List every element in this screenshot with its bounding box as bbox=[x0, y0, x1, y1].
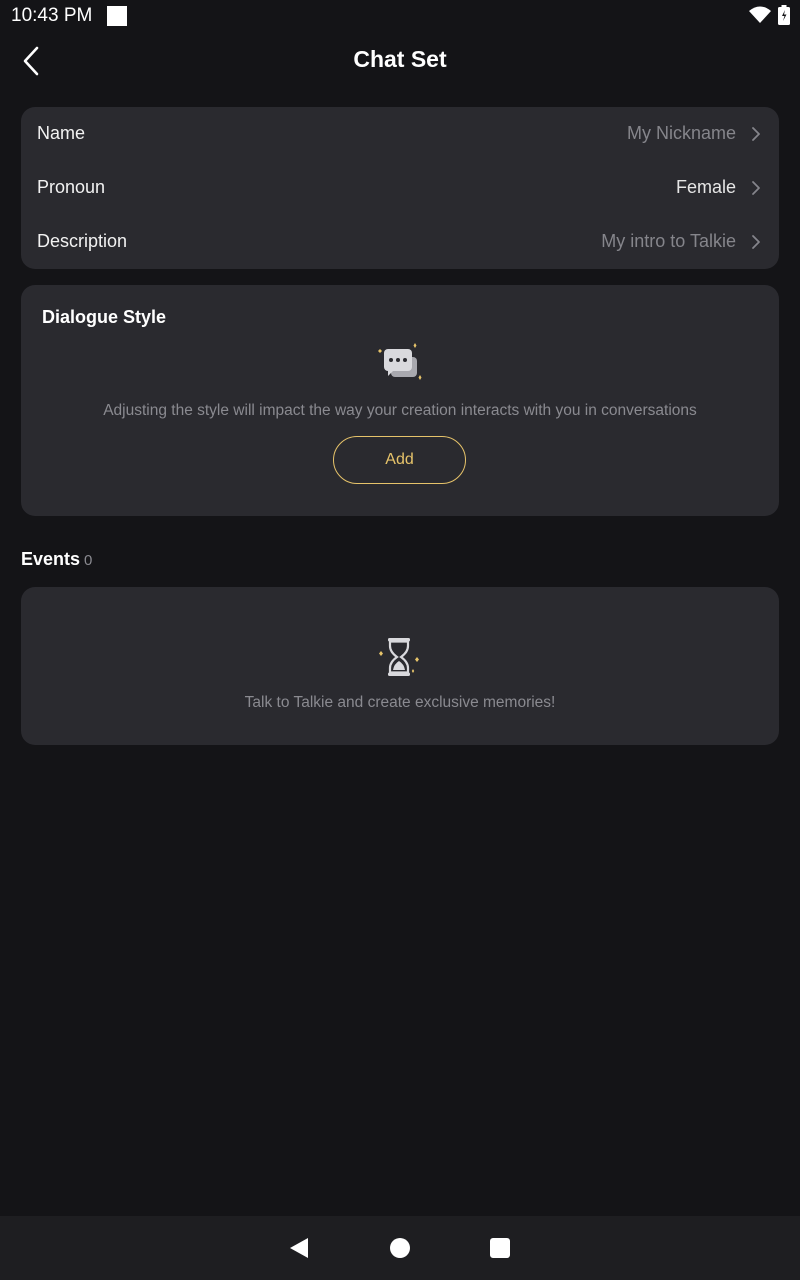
description-value: My intro to Talkie bbox=[601, 231, 736, 251]
events-empty-hint: Talk to Talkie and create exclusive memo… bbox=[244, 694, 556, 711]
status-time: 10:43 PM bbox=[11, 5, 93, 26]
chevron-right-icon bbox=[752, 235, 760, 249]
add-dialogue-style-button[interactable]: Add bbox=[333, 436, 466, 484]
chevron-right-icon bbox=[752, 127, 760, 141]
profile-card: Name My Nickname Pronoun Female Descript… bbox=[21, 107, 779, 269]
name-label: Name bbox=[37, 123, 86, 143]
status-bar: 10:43 PM bbox=[0, 0, 800, 32]
nav-back-icon[interactable] bbox=[288, 1236, 310, 1260]
dialogue-style-card: Dialogue Style Adjusting the style will … bbox=[21, 285, 779, 516]
chat-set-screen: 10:43 PM Chat Set Name My Nickname Prono… bbox=[0, 0, 800, 1280]
navigation-bar bbox=[0, 1216, 800, 1280]
events-empty-card: Talk to Talkie and create exclusive memo… bbox=[21, 587, 779, 745]
chevron-right-icon bbox=[752, 181, 760, 195]
name-value: My Nickname bbox=[626, 123, 736, 143]
chat-bubbles-sparkle-icon bbox=[378, 343, 422, 380]
description-label: Description bbox=[37, 231, 128, 251]
description-row[interactable]: Description My intro to Talkie bbox=[21, 215, 779, 269]
pronoun-label: Pronoun bbox=[37, 177, 106, 197]
name-row[interactable]: Name My Nickname bbox=[21, 107, 779, 161]
events-title: Events bbox=[21, 549, 81, 569]
nav-home-icon[interactable] bbox=[390, 1238, 410, 1258]
pronoun-value: Female bbox=[675, 177, 736, 197]
events-count: 0 bbox=[84, 552, 93, 569]
dialogue-style-title: Dialogue Style bbox=[42, 307, 167, 327]
page-title: Chat Set bbox=[353, 46, 447, 72]
hourglass-sparkle-icon bbox=[379, 638, 419, 676]
events-header: Events 0 bbox=[21, 549, 92, 573]
wifi-icon bbox=[749, 6, 771, 23]
header: Chat Set bbox=[0, 32, 800, 92]
dialogue-style-hint: Adjusting the style will impact the way … bbox=[103, 402, 697, 419]
pronoun-row[interactable]: Pronoun Female bbox=[21, 161, 779, 215]
battery-icon bbox=[778, 5, 790, 25]
nav-recents-icon[interactable] bbox=[490, 1238, 510, 1258]
notification-square-icon bbox=[107, 6, 127, 26]
